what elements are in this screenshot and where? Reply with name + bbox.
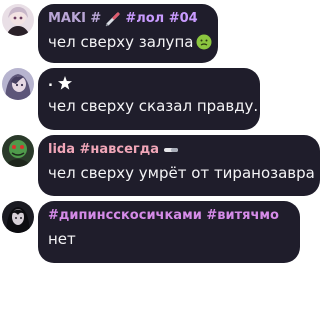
message-text-row: чел сверху умрёт от тиранозавра (48, 162, 315, 184)
message-text: нет (48, 230, 76, 248)
pill-icon (163, 142, 179, 158)
nauseated-face-icon (196, 34, 212, 50)
message-bubble: . чел сверху сказал правду. (38, 68, 260, 130)
username[interactable]: MAKI # #лол #04 (48, 10, 208, 27)
avatar[interactable] (2, 135, 34, 167)
message-text-row: нет (48, 228, 290, 250)
message-text-row: чел сверху сказал правду. (48, 95, 258, 117)
username[interactable]: . (48, 74, 250, 91)
avatar[interactable] (2, 68, 34, 100)
username-part: MAKI # (48, 11, 102, 26)
username[interactable]: #дипинсскосичками #витячмо (48, 207, 290, 224)
syringe-icon (105, 11, 121, 27)
username-part: lida #навсегда (48, 142, 159, 157)
message-text: чел сверху залупа (48, 33, 194, 51)
message-text: чел сверху умрёт от тиранозавра (48, 164, 315, 182)
avatar[interactable] (2, 201, 34, 233)
username-part: #дипинсскосичками #витячмо (48, 208, 279, 223)
message-bubble: #дипинсскосичками #витячмо нет (38, 201, 300, 263)
username-part: . (48, 75, 53, 90)
message-bubble: lida #навсегда чел сверху умрёт от тиран… (38, 135, 320, 196)
username[interactable]: lida #навсегда (48, 141, 310, 158)
message-text-row: чел сверху залупа (48, 31, 212, 53)
avatar[interactable] (2, 4, 34, 36)
message-text: чел сверху сказал правду. (48, 97, 259, 115)
star-icon (57, 75, 73, 91)
message-bubble: MAKI # #лол #04 чел сверху залупа (38, 4, 218, 63)
username-tag: #лол #04 (125, 11, 198, 26)
